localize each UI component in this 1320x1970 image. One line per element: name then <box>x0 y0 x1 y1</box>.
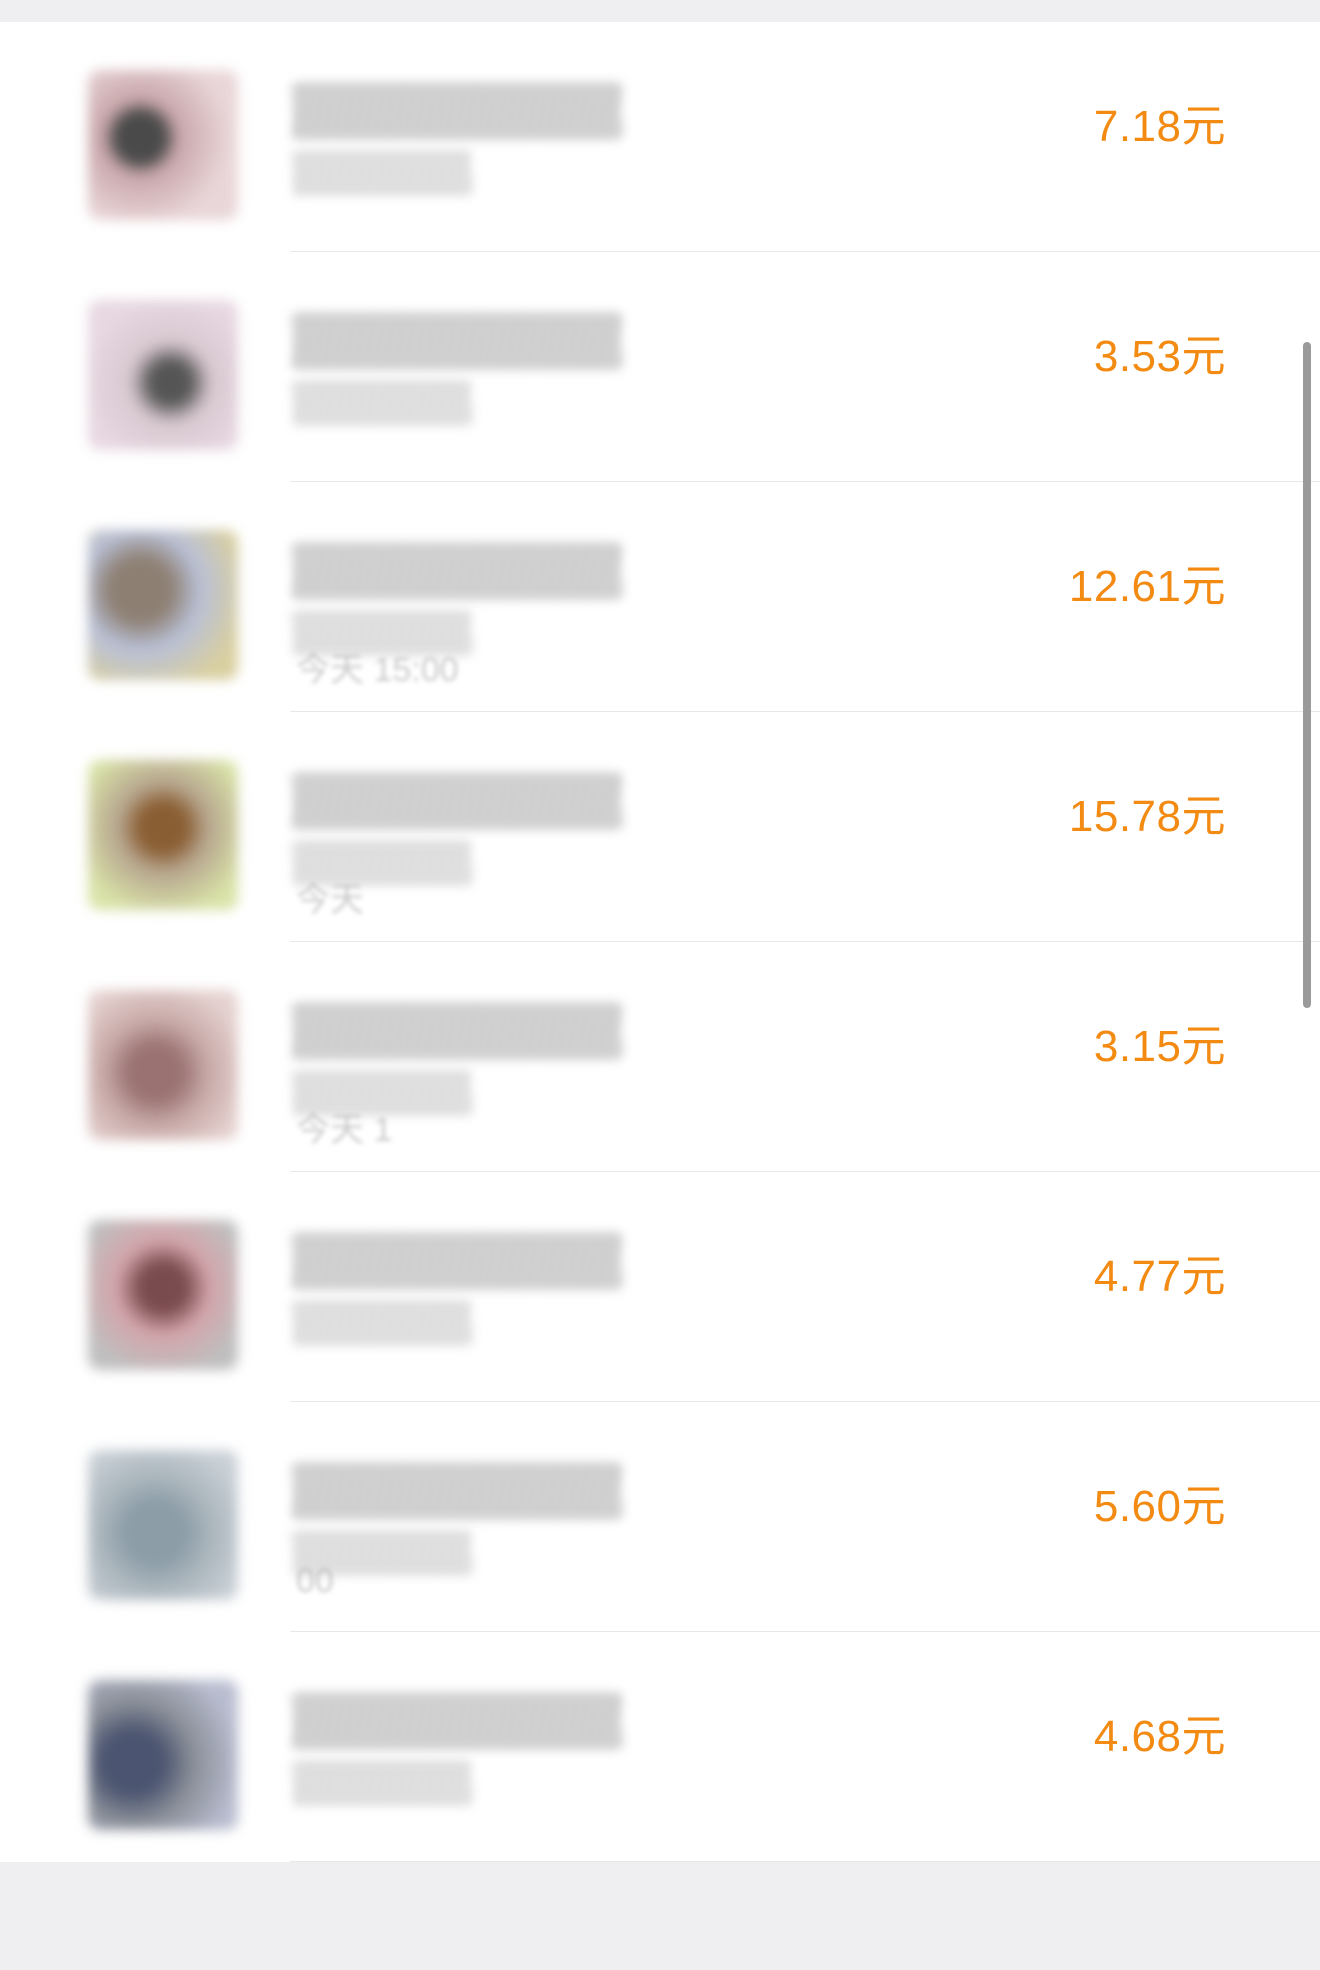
transaction-amount: 15.78元 <box>1068 792 1226 841</box>
transaction-amount: 3.15元 <box>1093 1022 1226 1071</box>
transaction-time: 今天 15:00 <box>296 651 459 689</box>
merchant-thumbnail <box>88 1220 238 1370</box>
transaction-time: 今天 <box>296 881 364 919</box>
transaction-row[interactable]: 今天 15.78元 <box>0 712 1320 942</box>
transaction-row[interactable]: 00 5.60元 <box>0 1402 1320 1632</box>
transaction-row[interactable]: 今天 1 3.15元 <box>0 942 1320 1172</box>
transaction-amount: 4.68元 <box>1093 1712 1226 1761</box>
transaction-row[interactable]: 7.18元 <box>0 22 1320 252</box>
top-spacer <box>0 0 1320 22</box>
merchant-thumbnail <box>88 760 238 910</box>
merchant-thumbnail <box>88 70 238 220</box>
merchant-name-redacted <box>292 82 622 140</box>
merchant-subtitle-redacted <box>292 380 472 426</box>
transaction-row[interactable]: 4.68元 <box>0 1632 1320 1862</box>
merchant-name-redacted <box>292 542 622 600</box>
transaction-time: 00 <box>296 1562 334 1600</box>
transaction-row[interactable]: 3.53元 <box>0 252 1320 482</box>
merchant-name-redacted <box>292 1462 622 1520</box>
transaction-list: 7.18元 3.53元 今天 15:00 12.61元 今天 15.78元 今天… <box>0 22 1320 1862</box>
transaction-amount: 5.60元 <box>1093 1482 1226 1531</box>
merchant-thumbnail <box>88 300 238 450</box>
transaction-amount: 12.61元 <box>1068 562 1226 611</box>
merchant-thumbnail <box>88 530 238 680</box>
merchant-name-redacted <box>292 772 622 830</box>
merchant-name-redacted <box>292 1232 622 1290</box>
vertical-scrollbar[interactable] <box>1303 342 1311 1008</box>
merchant-name-redacted <box>292 1002 622 1060</box>
transaction-amount: 3.53元 <box>1093 332 1226 381</box>
transaction-amount: 7.18元 <box>1093 102 1226 151</box>
transaction-amount: 4.77元 <box>1093 1252 1226 1301</box>
merchant-thumbnail <box>88 1680 238 1830</box>
transaction-time: 今天 1 <box>296 1111 393 1149</box>
merchant-subtitle-redacted <box>292 1760 472 1806</box>
transaction-row[interactable]: 今天 15:00 12.61元 <box>0 482 1320 712</box>
transaction-row[interactable]: 4.77元 <box>0 1172 1320 1402</box>
merchant-thumbnail <box>88 1450 238 1600</box>
merchant-name-redacted <box>292 1692 622 1750</box>
merchant-name-redacted <box>292 312 622 370</box>
merchant-thumbnail <box>88 990 238 1140</box>
merchant-subtitle-redacted <box>292 1300 472 1346</box>
bottom-spacer <box>0 1905 1320 1970</box>
merchant-subtitle-redacted <box>292 150 472 196</box>
